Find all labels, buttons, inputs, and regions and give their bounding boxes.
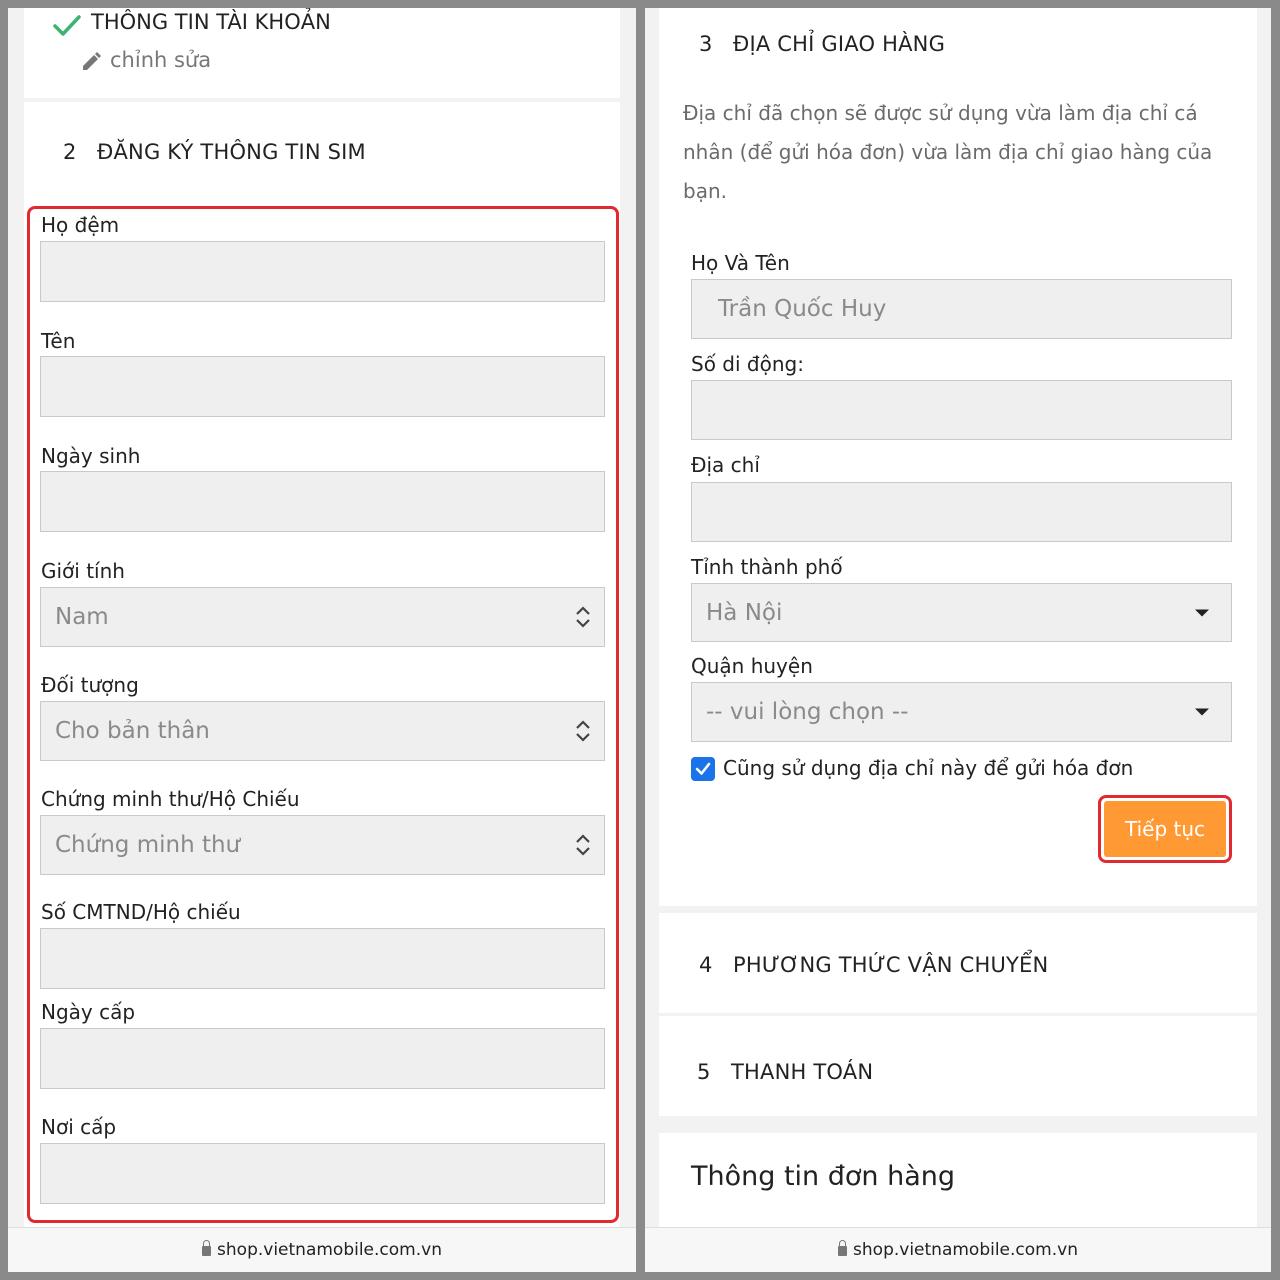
giay-to-value: Chứng minh thư	[55, 832, 241, 858]
edit-link[interactable]: chỉnh sửa	[80, 48, 240, 74]
dia-chi-input[interactable]	[691, 482, 1232, 542]
so-di-dong-label: Số di động:	[691, 352, 804, 376]
continue-button-highlight: Tiếp tục	[1098, 795, 1232, 863]
lock-icon	[202, 1240, 212, 1256]
gioi-tinh-label: Giới tính	[41, 559, 125, 583]
order-info-title: Thông tin đơn hàng	[691, 1161, 956, 1192]
caret-down-icon	[1195, 708, 1209, 716]
sim-section-title: ĐĂNG KÝ THÔNG TIN SIM	[97, 140, 366, 164]
quan-huyen-value: -- vui lòng chọn --	[706, 699, 909, 725]
browser-url-bar[interactable]: shop.vietnamobile.com.vn	[8, 1227, 636, 1272]
ten-input[interactable]	[40, 356, 605, 417]
lock-icon	[838, 1240, 848, 1256]
shipping-section-title: PHƯƠNG THỨC VẬN CHUYỂN	[733, 953, 1049, 977]
url-text: shop.vietnamobile.com.vn	[217, 1240, 442, 1260]
left-screen: THÔNG TIN TÀI KHOẢN chỉnh sửa 2 ĐĂNG KÝ T…	[8, 8, 636, 1272]
updown-icon	[576, 606, 590, 628]
ho-ten-label: Họ Và Tên	[691, 251, 790, 275]
check-icon	[53, 15, 81, 36]
ho-ten-value: Trần Quốc Huy	[718, 296, 887, 322]
payment-section-heading: 5 THANH TOÁN	[697, 1060, 873, 1084]
ho-ten-input[interactable]: Trần Quốc Huy	[691, 279, 1232, 339]
ngay-sinh-input[interactable]	[40, 471, 605, 532]
updown-icon	[576, 834, 590, 856]
caret-down-icon	[1195, 609, 1209, 616]
doi-tuong-select[interactable]: Cho bản thân	[40, 701, 605, 761]
sim-section-heading[interactable]: 2 ĐĂNG KÝ THÔNG TIN SIM	[63, 140, 366, 164]
sim-section-number: 2	[63, 140, 77, 164]
address-section-number: 3	[699, 32, 713, 56]
giay-to-label: Chứng minh thư/Hộ Chiếu	[41, 787, 300, 811]
dia-chi-label: Địa chỉ	[691, 453, 760, 477]
edit-label: chỉnh sửa	[110, 48, 212, 72]
ho-dem-label: Họ đệm	[41, 213, 120, 237]
quan-huyen-label: Quận huyện	[691, 654, 813, 678]
account-section-title: THÔNG TIN TÀI KHOẢN	[91, 10, 331, 34]
billing-checkbox-label: Cũng sử dụng địa chỉ này để gửi hóa đơn	[723, 756, 1134, 780]
shipping-method-card[interactable]: 4 PHƯƠNG THỨC VẬN CHUYỂN	[659, 913, 1257, 1013]
address-description: Địa chỉ đã chọn sẽ được sử dụng vừa làm …	[683, 94, 1243, 211]
quan-huyen-select[interactable]: -- vui lòng chọn --	[691, 682, 1232, 742]
doi-tuong-value: Cho bản thân	[55, 718, 210, 744]
doi-tuong-label: Đối tượng	[41, 673, 139, 697]
address-section-heading[interactable]: 3 ĐỊA CHỈ GIAO HÀNG	[699, 32, 945, 56]
browser-url-bar[interactable]: shop.vietnamobile.com.vn	[645, 1227, 1271, 1272]
payment-section-title: THANH TOÁN	[731, 1060, 874, 1084]
address-section-title: ĐỊA CHỈ GIAO HÀNG	[733, 32, 946, 56]
payment-section-number: 5	[697, 1060, 711, 1084]
updown-icon	[576, 720, 590, 742]
pencil-icon	[83, 52, 101, 70]
ngay-cap-label: Ngày cấp	[41, 1000, 136, 1024]
description-line: Địa chỉ đã chọn sẽ được sử dụng vừa làm …	[683, 101, 1198, 125]
billing-checkbox-row[interactable]: Cũng sử dụng địa chỉ này để gửi hóa đơn	[691, 756, 1231, 784]
so-cmtnd-input[interactable]	[40, 928, 605, 989]
billing-checkbox[interactable]	[691, 757, 715, 781]
shipping-section-number: 4	[699, 953, 713, 977]
noi-cap-input[interactable]	[40, 1143, 605, 1204]
so-di-dong-input[interactable]	[691, 380, 1232, 440]
description-line: bạn.	[683, 179, 727, 203]
continue-button[interactable]: Tiếp tục	[1104, 801, 1226, 857]
ngay-sinh-label: Ngày sinh	[41, 444, 141, 468]
account-info-card: THÔNG TIN TÀI KHOẢN chỉnh sửa	[24, 8, 620, 98]
url-text: shop.vietnamobile.com.vn	[853, 1240, 1078, 1260]
tinh-thanh-select[interactable]: Hà Nội	[691, 583, 1232, 642]
description-line: nhân (để gửi hóa đơn) vừa làm địa chỉ gi…	[683, 140, 1213, 164]
gioi-tinh-select[interactable]: Nam	[40, 587, 605, 647]
payment-card[interactable]: 5 THANH TOÁN	[659, 1016, 1257, 1116]
shipping-section-heading: 4 PHƯƠNG THỨC VẬN CHUYỂN	[699, 953, 1048, 977]
tinh-thanh-value: Hà Nội	[706, 599, 783, 626]
ten-label: Tên	[41, 329, 76, 353]
giay-to-select[interactable]: Chứng minh thư	[40, 815, 605, 875]
gioi-tinh-value: Nam	[55, 604, 109, 630]
right-screen: 3 ĐỊA CHỈ GIAO HÀNG Địa chỉ đã chọn sẽ đư…	[645, 8, 1271, 1272]
so-cmtnd-label: Số CMTND/Hộ chiếu	[41, 900, 241, 924]
noi-cap-label: Nơi cấp	[41, 1115, 117, 1139]
ngay-cap-input[interactable]	[40, 1028, 605, 1089]
tinh-thanh-label: Tỉnh thành phố	[691, 555, 843, 579]
checkmark-icon	[695, 762, 711, 775]
ho-dem-input[interactable]	[40, 241, 605, 302]
